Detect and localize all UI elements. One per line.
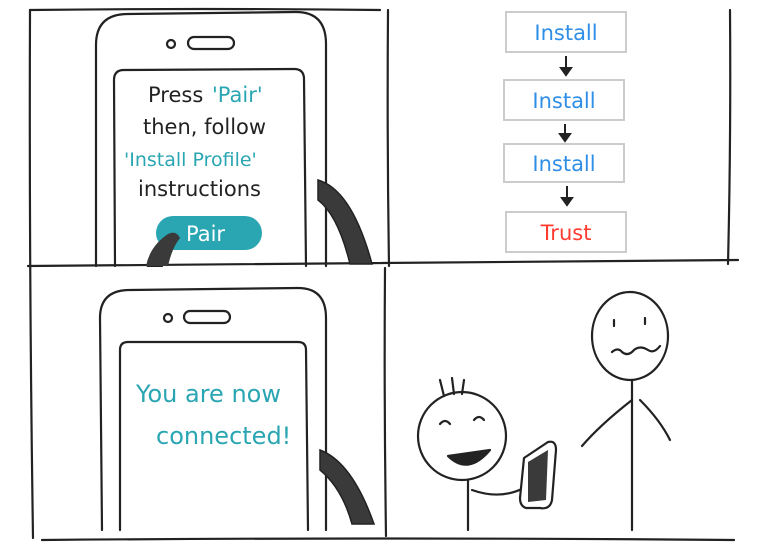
step-label-3: Install <box>532 152 595 176</box>
instruction-pair-quoted: 'Pair' <box>212 83 263 107</box>
step-box-4: Trust <box>505 211 627 253</box>
step-box-1: Install <box>505 11 627 53</box>
step-box-3: Install <box>503 143 625 183</box>
step-label-4: Trust <box>540 221 592 245</box>
phone-3 <box>98 286 328 532</box>
connected-line-2: connected! <box>156 422 291 450</box>
connected-line-1: You are now <box>135 380 281 408</box>
step-label-1: Install <box>534 21 597 45</box>
tall-figure <box>580 290 672 532</box>
panel-4 <box>416 290 672 532</box>
instruction-instructions: instructions <box>138 177 261 201</box>
speaker-slot <box>182 309 232 325</box>
panel-3: You are now connected! <box>98 286 376 532</box>
instruction-install-profile: 'Install Profile' <box>124 149 257 171</box>
step-label-2: Install <box>532 89 595 113</box>
pair-button-label: Pair <box>186 222 225 246</box>
arrow-2 <box>558 124 572 143</box>
comic-strip: Press 'Pair' then, follow 'Install Profi… <box>26 7 740 542</box>
panel-1: Press 'Pair' then, follow 'Install Profi… <box>94 10 373 268</box>
instruction-then-follow: then, follow <box>143 115 266 139</box>
arrow-3 <box>560 186 574 207</box>
small-figure <box>416 376 526 532</box>
arrow-1 <box>559 56 573 77</box>
camera-dot <box>162 312 174 324</box>
instruction-press: Press <box>148 83 203 107</box>
camera-dot <box>165 38 177 50</box>
step-box-2: Install <box>503 79 625 121</box>
speaker-slot <box>186 35 236 51</box>
panel-2: Install Install Install Trust <box>503 11 627 253</box>
hand-finger <box>319 448 376 525</box>
